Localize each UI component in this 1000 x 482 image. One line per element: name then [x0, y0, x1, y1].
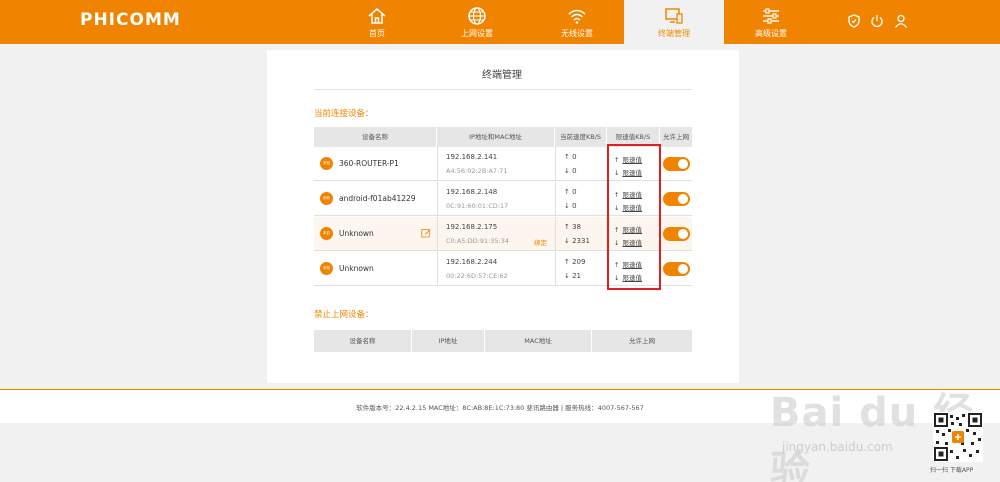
- device-badge: 未知: [320, 157, 333, 170]
- cell-divider: [437, 147, 438, 181]
- device-mac: 00:22:6D:57:CE:62: [446, 272, 508, 280]
- upload-speed: ↑ 209: [564, 258, 586, 266]
- edit-icon[interactable]: [421, 228, 431, 238]
- cell-divider: [555, 182, 556, 216]
- globe-icon: [468, 7, 486, 25]
- wifi-icon: [568, 9, 586, 24]
- cell-divider: [555, 147, 556, 181]
- main-card: 终端管理 当前连接设备： 设备名称 IP地址和MAC地址 当前速度KB/S 限速…: [267, 50, 739, 383]
- col-allow-internet: 允许上网: [663, 133, 689, 141]
- col-blocked-mac: MAC地址: [485, 330, 592, 352]
- col-ip-mac: IP地址和MAC地址: [437, 127, 555, 147]
- device-name: 360-ROUTER-P1: [339, 159, 399, 168]
- device-name: Unknown: [339, 229, 374, 238]
- baidu-watermark-url: jingyan.baidu.com: [782, 440, 893, 454]
- nav-home[interactable]: 首页: [327, 0, 427, 44]
- home-icon: [368, 8, 386, 24]
- upload-speed: ↑ 0: [564, 153, 577, 161]
- device-mac: 0C:91:60:01:CD:17: [446, 202, 509, 210]
- device-ip: 192.168.2.244: [446, 258, 498, 266]
- download-speed: ↓ 2331: [564, 237, 590, 245]
- device-mac: A4:56:02:2B:A7:71: [446, 167, 508, 175]
- col-blocked-ip: IP地址: [412, 330, 485, 352]
- nav-advanced-label: 高级设置: [755, 29, 787, 38]
- nav-internet-label: 上网设置: [461, 29, 493, 38]
- download-speed: ↓ 0: [564, 167, 577, 175]
- allow-internet-toggle[interactable]: [663, 262, 690, 276]
- upload-speed: ↑ 0: [564, 188, 577, 196]
- cell-divider: [555, 252, 556, 286]
- cell-divider: [437, 217, 438, 251]
- toggle-knob: [678, 264, 688, 274]
- sliders-icon: [763, 8, 779, 24]
- nav-wireless-label: 无线设置: [561, 29, 593, 38]
- allow-internet-toggle[interactable]: [663, 192, 690, 206]
- nav-wireless-settings[interactable]: 无线设置: [527, 0, 627, 44]
- speed-limit-highlight-box: [607, 144, 661, 290]
- nav-terminal-management[interactable]: 终端管理: [624, 0, 724, 44]
- nav-home-label: 首页: [369, 29, 385, 38]
- bind-link[interactable]: 绑定: [534, 237, 547, 247]
- device-badge: 本机: [320, 227, 333, 240]
- power-icon[interactable]: [870, 14, 884, 28]
- device-badge: 未知: [320, 192, 333, 205]
- cell-divider: [555, 217, 556, 251]
- col-current-speed: 当前速度KB/S: [555, 127, 607, 147]
- device-mac: C0:A5:DD:91:35:34: [446, 237, 510, 245]
- device-ip: 192.168.2.141: [446, 153, 498, 161]
- col-blocked-device-name: 设备名称: [314, 330, 412, 352]
- toggle-knob: [678, 159, 688, 169]
- allow-internet-toggle[interactable]: [663, 227, 690, 241]
- device-name: Unknown: [339, 264, 374, 273]
- device-badge: 未知: [320, 262, 333, 275]
- shield-icon[interactable]: [847, 14, 861, 28]
- qr-code: [933, 412, 983, 462]
- toggle-knob: [678, 229, 688, 239]
- device-ip: 192.168.2.148: [446, 188, 498, 196]
- download-speed: ↓ 0: [564, 202, 577, 210]
- nav-terminal-label: 终端管理: [658, 29, 690, 38]
- connected-devices-heading: 当前连接设备：: [314, 109, 374, 119]
- cell-divider: [437, 182, 438, 216]
- device-ip: 192.168.2.175: [446, 223, 498, 231]
- toggle-knob: [678, 194, 688, 204]
- nav-advanced-settings[interactable]: 高级设置: [721, 0, 821, 44]
- nav-internet-settings[interactable]: 上网设置: [427, 0, 527, 44]
- qr-label: 扫一扫 下载APP: [930, 467, 974, 474]
- top-nav-bar: PHICOMM 首页 上网设置 无线设置 终端管理 高级设置: [0, 0, 1000, 44]
- download-speed: ↓ 21: [564, 272, 581, 280]
- upload-speed: ↑ 38: [564, 223, 581, 231]
- user-icon[interactable]: [894, 14, 908, 28]
- cell-divider: [437, 252, 438, 286]
- device-name: android-f01ab41229: [339, 194, 416, 203]
- title-divider: [314, 89, 692, 90]
- col-device-name: 设备名称: [314, 127, 437, 147]
- logo: PHICOMM: [80, 10, 181, 30]
- page-title: 终端管理: [482, 70, 522, 81]
- blocked-devices-heading: 禁止上网设备：: [314, 310, 374, 320]
- allow-internet-toggle[interactable]: [663, 157, 690, 171]
- blocked-table-header: 设备名称 IP地址 MAC地址 允许上网: [314, 330, 692, 352]
- col-blocked-allow: 允许上网: [629, 337, 655, 345]
- monitor-icon: [665, 8, 683, 24]
